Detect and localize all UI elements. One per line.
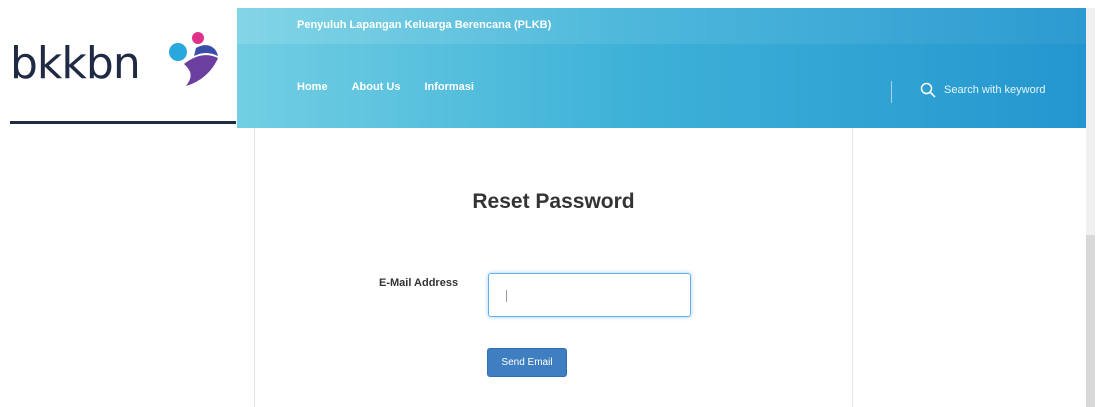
header-title: Penyuluh Lapangan Keluarga Berencana (PL… bbox=[297, 19, 552, 31]
text-caret bbox=[506, 290, 507, 302]
page-title: Reset Password bbox=[472, 190, 635, 213]
search-divider bbox=[891, 81, 892, 103]
search-placeholder[interactable]: Search with keyword bbox=[944, 84, 1046, 96]
main-nav: Home About Us Informasi bbox=[297, 81, 498, 93]
reset-password-card: Reset Password E-Mail Address Send Email bbox=[254, 128, 853, 407]
nav-informasi[interactable]: Informasi bbox=[424, 81, 474, 93]
email-field[interactable] bbox=[488, 273, 691, 317]
logo-area[interactable]: bkkbn bbox=[0, 0, 237, 128]
search-box[interactable]: Search with keyword bbox=[920, 82, 1046, 98]
nav-home[interactable]: Home bbox=[297, 81, 328, 93]
brand-logo-icon bbox=[169, 32, 218, 86]
scrollbar-thumb[interactable] bbox=[1086, 235, 1095, 407]
site-header: Penyuluh Lapangan Keluarga Berencana (PL… bbox=[237, 8, 1086, 128]
logo-underline bbox=[10, 121, 236, 124]
brand-logo-text: bkkbn bbox=[10, 38, 141, 89]
search-icon[interactable] bbox=[920, 82, 936, 98]
send-email-button[interactable]: Send Email bbox=[487, 348, 567, 377]
email-label: E-Mail Address bbox=[379, 277, 459, 289]
nav-about-us[interactable]: About Us bbox=[352, 81, 401, 93]
